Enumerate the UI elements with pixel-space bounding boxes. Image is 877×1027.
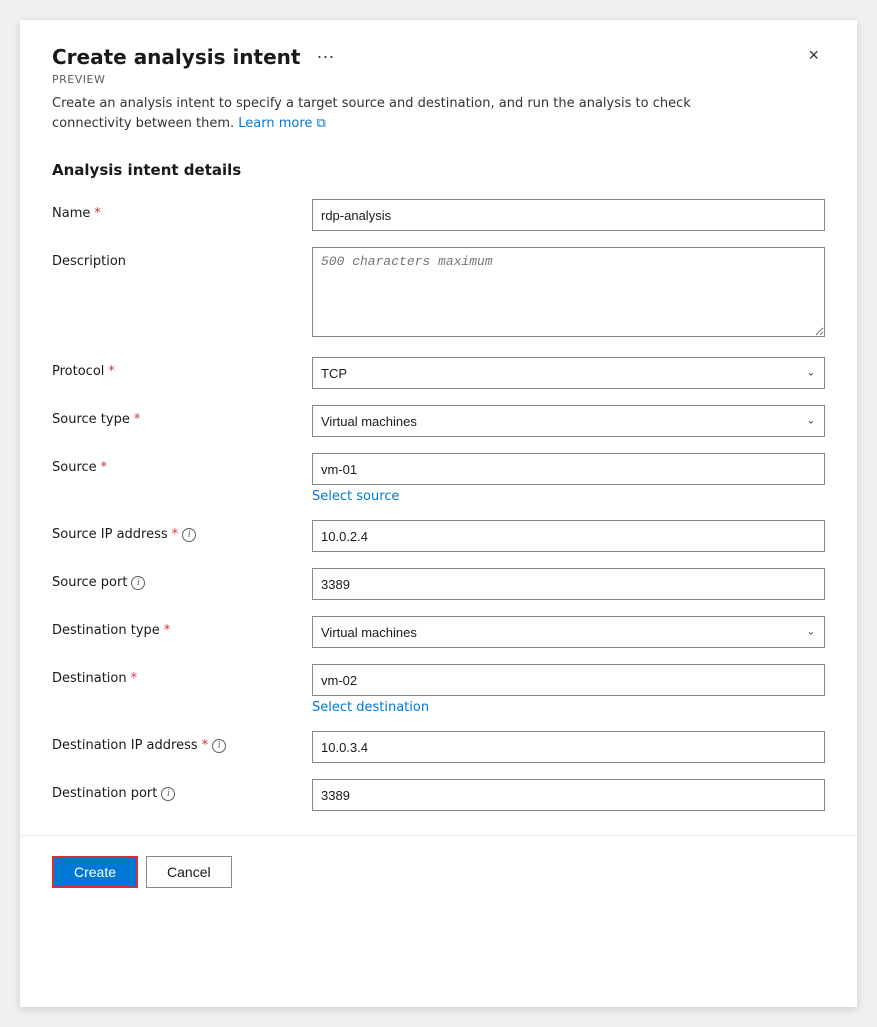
- description-label: Description: [52, 247, 312, 269]
- protocol-select[interactable]: TCP UDP ICMP Any: [312, 357, 825, 389]
- destination-type-row: Destination type * Virtual machines IP a…: [52, 616, 825, 648]
- description-control: [312, 247, 825, 341]
- destination-port-label: Destination port i: [52, 779, 312, 801]
- source-type-select[interactable]: Virtual machines IP address Subnet: [312, 405, 825, 437]
- destination-ip-label: Destination IP address * i: [52, 731, 312, 753]
- destination-port-control: [312, 779, 825, 811]
- protocol-control: TCP UDP ICMP Any ⌄: [312, 357, 825, 389]
- source-ip-control: [312, 520, 825, 552]
- destination-ip-input[interactable]: [312, 731, 825, 763]
- destination-port-row: Destination port i: [52, 779, 825, 811]
- destination-ip-row: Destination IP address * i: [52, 731, 825, 763]
- create-analysis-intent-panel: Create analysis intent ··· × PREVIEW Cre…: [20, 20, 857, 1007]
- name-control: [312, 199, 825, 231]
- source-type-label: Source type *: [52, 405, 312, 427]
- learn-more-link[interactable]: Learn more ⧉: [238, 116, 326, 131]
- source-label: Source *: [52, 453, 312, 475]
- destination-port-info-icon[interactable]: i: [161, 787, 175, 801]
- destination-type-select[interactable]: Virtual machines IP address Subnet: [312, 616, 825, 648]
- protocol-row: Protocol * TCP UDP ICMP Any ⌄: [52, 357, 825, 389]
- ellipsis-button[interactable]: ···: [310, 44, 340, 69]
- footer: Create Cancel: [52, 856, 825, 912]
- source-ip-label: Source IP address * i: [52, 520, 312, 542]
- close-button[interactable]: ×: [802, 44, 825, 66]
- source-type-select-wrap: Virtual machines IP address Subnet ⌄: [312, 405, 825, 437]
- destination-port-input[interactable]: [312, 779, 825, 811]
- create-button[interactable]: Create: [52, 856, 138, 888]
- name-required: *: [94, 206, 101, 221]
- preview-badge: PREVIEW: [52, 73, 825, 86]
- source-port-info-icon[interactable]: i: [131, 576, 145, 590]
- source-row: Source * Select source: [52, 453, 825, 504]
- destination-label: Destination *: [52, 664, 312, 686]
- panel-description: Create an analysis intent to specify a t…: [52, 94, 772, 133]
- source-port-input[interactable]: [312, 568, 825, 600]
- source-type-row: Source type * Virtual machines IP addres…: [52, 405, 825, 437]
- name-label: Name *: [52, 199, 312, 221]
- destination-row: Destination * Select destination: [52, 664, 825, 715]
- destination-ip-control: [312, 731, 825, 763]
- destination-type-select-wrap: Virtual machines IP address Subnet ⌄: [312, 616, 825, 648]
- source-port-label: Source port i: [52, 568, 312, 590]
- footer-divider: [20, 835, 857, 836]
- section-title: Analysis intent details: [52, 161, 825, 179]
- name-row: Name *: [52, 199, 825, 231]
- destination-type-control: Virtual machines IP address Subnet ⌄: [312, 616, 825, 648]
- destination-type-label: Destination type *: [52, 616, 312, 638]
- cancel-button[interactable]: Cancel: [146, 856, 232, 888]
- protocol-label: Protocol *: [52, 357, 312, 379]
- destination-input[interactable]: [312, 664, 825, 696]
- destination-control: Select destination: [312, 664, 825, 715]
- description-row: Description: [52, 247, 825, 341]
- source-ip-info-icon[interactable]: i: [182, 528, 196, 542]
- destination-ip-info-icon[interactable]: i: [212, 739, 226, 753]
- select-destination-link[interactable]: Select destination: [312, 700, 825, 715]
- select-source-link[interactable]: Select source: [312, 489, 825, 504]
- source-port-row: Source port i: [52, 568, 825, 600]
- source-input[interactable]: [312, 453, 825, 485]
- source-port-control: [312, 568, 825, 600]
- description-textarea[interactable]: [312, 247, 825, 337]
- source-control: Select source: [312, 453, 825, 504]
- panel-header: Create analysis intent ··· ×: [52, 44, 825, 69]
- panel-title: Create analysis intent: [52, 45, 300, 69]
- source-ip-input[interactable]: [312, 520, 825, 552]
- title-group: Create analysis intent ···: [52, 44, 340, 69]
- protocol-select-wrap: TCP UDP ICMP Any ⌄: [312, 357, 825, 389]
- name-input[interactable]: [312, 199, 825, 231]
- source-ip-row: Source IP address * i: [52, 520, 825, 552]
- source-type-control: Virtual machines IP address Subnet ⌄: [312, 405, 825, 437]
